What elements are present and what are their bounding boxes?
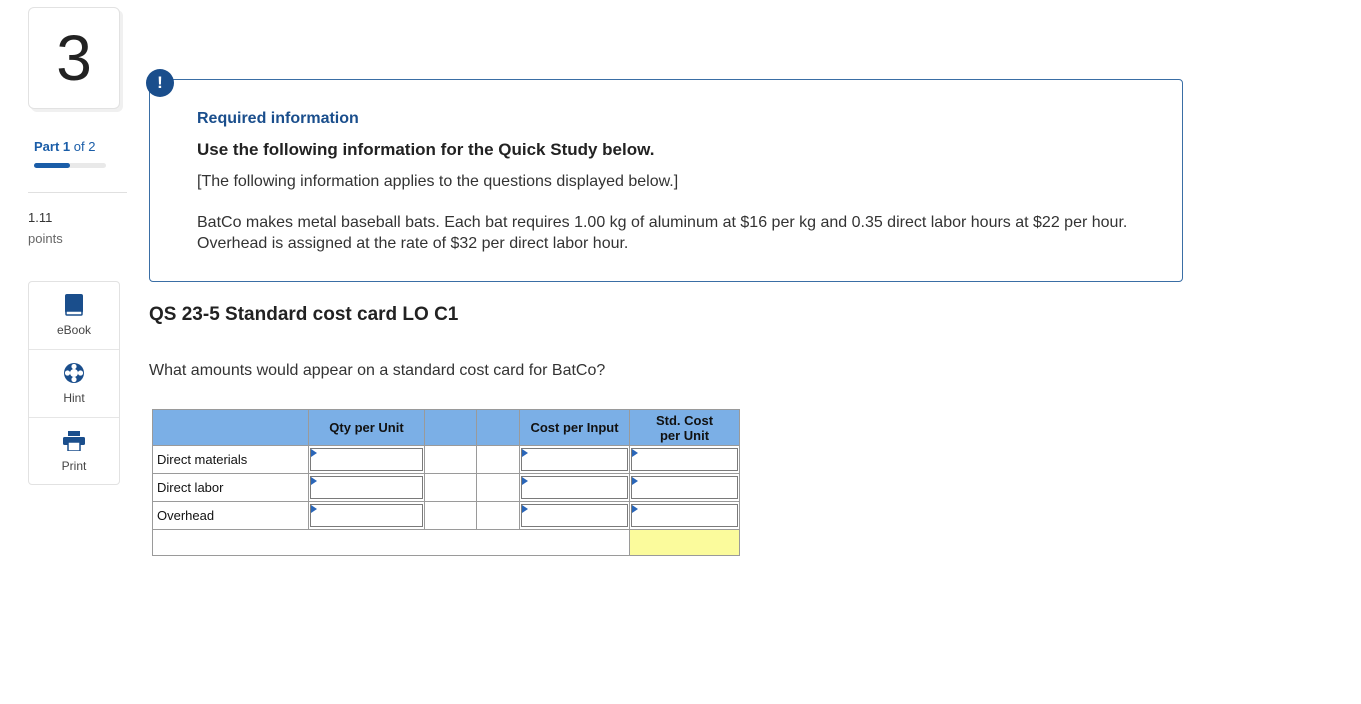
direct-materials-qty-input[interactable]: [310, 448, 423, 471]
applies-note: [The following information applies to th…: [197, 173, 679, 190]
hint-label: Hint: [63, 391, 85, 405]
table-header-row: Qty per Unit Cost per Input Std. Cost per…: [152, 409, 740, 446]
part-indicator: Part 1 of 2: [34, 139, 95, 154]
overhead-cost-input[interactable]: [521, 504, 628, 527]
overhead-std-input[interactable]: [631, 504, 738, 527]
header-blank-1: [424, 409, 477, 446]
direct-labor-qty-input[interactable]: [310, 476, 423, 499]
std-cell: [629, 501, 740, 530]
print-button[interactable]: Print: [29, 418, 119, 485]
blank-cell: [424, 501, 477, 530]
direct-labor-std-input[interactable]: [631, 476, 738, 499]
std-cell: [629, 445, 740, 474]
header-blank-2: [476, 409, 520, 446]
alert-icon: !: [146, 69, 174, 97]
blank-cell: [476, 501, 520, 530]
divider: [28, 192, 127, 193]
header-std-cost-per-unit: Std. Cost per Unit: [629, 409, 740, 446]
header-cost-per-input: Cost per Input: [519, 409, 630, 446]
part-progress-fill: [34, 163, 70, 168]
total-std-cost-cell: [629, 529, 740, 556]
table-row: Direct labor: [152, 473, 740, 502]
direct-labor-cost-input[interactable]: [521, 476, 628, 499]
ebook-label: eBook: [56, 323, 92, 337]
std-cell: [629, 473, 740, 502]
book-icon: [63, 294, 85, 316]
blank-cell: [476, 473, 520, 502]
tools-panel: eBook Hint Print: [28, 281, 120, 485]
required-info-title: Required information: [197, 110, 359, 127]
hint-button[interactable]: Hint: [29, 350, 119, 418]
cost-cell: [519, 445, 630, 474]
question-number: 3: [56, 22, 92, 94]
blank-cell: [424, 473, 477, 502]
row-label-direct-materials: Direct materials: [152, 445, 309, 474]
row-label-direct-labor: Direct labor: [152, 473, 309, 502]
part-current: 1: [62, 139, 71, 154]
quick-study-title: QS 23-5 Standard cost card LO C1: [149, 304, 459, 325]
blank-cell: [424, 445, 477, 474]
header-qty-per-unit: Qty per Unit: [308, 409, 425, 446]
qty-cell: [308, 473, 425, 502]
row-label-overhead: Overhead: [152, 501, 309, 530]
qty-cell: [308, 445, 425, 474]
points-value: 1.11: [28, 210, 53, 225]
total-label-cell: [152, 529, 630, 556]
direct-materials-cost-input[interactable]: [521, 448, 628, 471]
part-progress-bar: [34, 163, 106, 168]
points-label: points: [28, 231, 63, 246]
header-label-col: [152, 409, 309, 446]
blank-cell: [476, 445, 520, 474]
table-row: Overhead: [152, 501, 740, 530]
lifebuoy-icon: [63, 362, 85, 384]
print-label: Print: [61, 459, 87, 473]
cost-cell: [519, 501, 630, 530]
ebook-button[interactable]: eBook: [29, 282, 119, 350]
overhead-qty-input[interactable]: [310, 504, 423, 527]
table-row: Direct materials: [152, 445, 740, 474]
question-number-card: 3: [28, 7, 120, 109]
question-text: What amounts would appear on a standard …: [149, 362, 606, 379]
total-row: [152, 529, 740, 556]
problem-statement: BatCo makes metal baseball bats. Each ba…: [197, 214, 1128, 252]
direct-materials-std-input[interactable]: [631, 448, 738, 471]
qty-cell: [308, 501, 425, 530]
required-info-heading: Use the following information for the Qu…: [197, 140, 655, 159]
part-prefix: Part: [34, 139, 60, 154]
cost-cell: [519, 473, 630, 502]
part-of-total: of 2: [73, 139, 96, 154]
printer-icon: [63, 430, 85, 452]
standard-cost-table: Qty per Unit Cost per Input Std. Cost per…: [152, 409, 740, 556]
